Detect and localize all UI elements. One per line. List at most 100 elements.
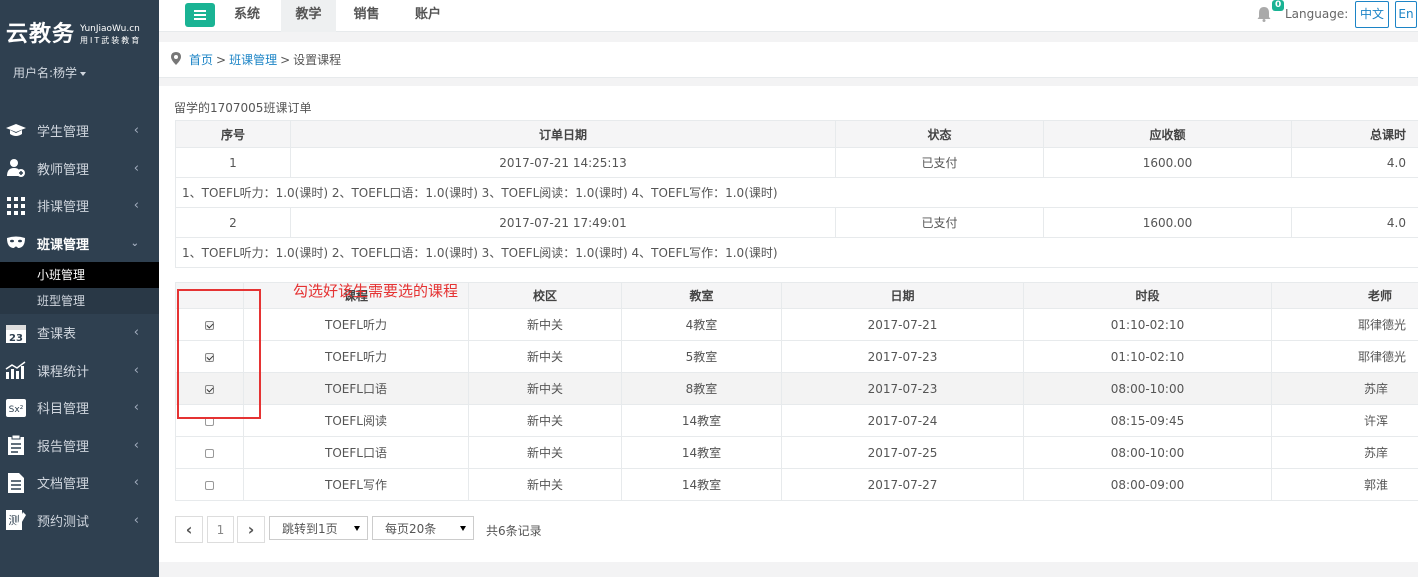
cell-amount: 1600.00 (1043, 207, 1292, 238)
sidebar-menu: 学生管理 ‹ 教师管理 ‹ 排课管理 ‹ 班课管理 ⌄ 小班管理 班型管理 23… (0, 112, 159, 539)
sidebar-item-students[interactable]: 学生管理 ‹ (0, 112, 159, 150)
breadcrumb-current: 设置课程 (293, 53, 342, 67)
page-size-select[interactable]: 每页20条 (372, 516, 474, 540)
sidebar-subitem-small-class[interactable]: 小班管理 (0, 262, 159, 288)
cell-no: 2 (175, 207, 291, 238)
formula-icon: Sx² (5, 398, 27, 418)
column-header: 状态 (835, 120, 1044, 148)
sidebar-item-label: 预约测试 (37, 514, 90, 530)
sidebar-subitem-class-type[interactable]: 班型管理 (0, 288, 159, 314)
cell-time: 01:10-02:10 (1023, 308, 1272, 341)
cell-teacher: 郭淮 (1271, 468, 1418, 501)
cell-campus: 新中关 (468, 308, 622, 341)
column-header: 时段 (1023, 282, 1272, 309)
sidebar-item-teachers[interactable]: 教师管理 ‹ (0, 150, 159, 188)
table-row: TOEFL口语 新中关 14教室 2017-07-25 08:00-10:00 … (175, 436, 1418, 469)
course-checkbox[interactable] (205, 448, 214, 458)
cell-teacher: 苏庠 (1271, 372, 1418, 405)
sidebar-item-label: 科目管理 (37, 402, 90, 418)
chevron-left-icon: ‹ (133, 400, 139, 415)
menu-toggle-button[interactable] (185, 3, 215, 27)
cell-course: TOEFL阅读 (243, 404, 469, 437)
tab-teaching[interactable]: 教学 (281, 0, 336, 32)
cell-course: TOEFL口语 (243, 372, 469, 405)
breadcrumb-separator: > (216, 52, 227, 67)
chevron-left-icon: ‹ (133, 475, 139, 490)
graduation-cap-icon (5, 121, 27, 141)
order-title: 留学的1707005班课订单 (174, 101, 312, 115)
chevron-left-icon: ‹ (133, 160, 139, 176)
document-icon (5, 472, 27, 493)
logo-en: YunJiaoWu.cn (80, 24, 140, 34)
breadcrumb-home-link[interactable]: 首页 (189, 51, 213, 68)
cell-no: 1 (175, 147, 291, 178)
course-checkbox[interactable] (205, 480, 214, 490)
language-english-button[interactable]: En (1395, 1, 1417, 28)
cell-course: TOEFL写作 (243, 468, 469, 501)
breadcrumb-section-link[interactable]: 班课管理 (229, 51, 277, 68)
calendar-icon: 23 (5, 323, 27, 344)
cell-teacher: 耶律德光 (1271, 340, 1418, 373)
sidebar-item-timetable[interactable]: 23 查课表 ‹ (0, 314, 159, 352)
chevron-left-icon: ‹ (185, 520, 193, 539)
grid-icon (5, 196, 27, 216)
cell-course: TOEFL听力 (243, 340, 469, 373)
user-dropdown[interactable]: 用户名:杨学 (13, 64, 86, 81)
column-header: 教室 (621, 282, 782, 309)
order-table: 序号 订单日期 状态 应收额 总课时 1 2017-07-21 14:25:13… (175, 120, 1418, 268)
sidebar-item-documents[interactable]: 文档管理 ‹ (0, 464, 159, 502)
sidebar-item-scheduling[interactable]: 排课管理 ‹ (0, 187, 159, 225)
bell-icon[interactable] (1257, 6, 1271, 25)
svg-text:Sx²: Sx² (9, 405, 24, 415)
location-pin-icon (171, 51, 181, 68)
cell-room: 4教室 (621, 308, 782, 341)
sidebar-item-class-courses[interactable]: 班课管理 ⌄ (0, 225, 159, 263)
sidebar-item-label: 课程统计 (37, 364, 90, 380)
language-chinese-button[interactable]: 中文 (1355, 1, 1389, 28)
sidebar: 云教务 YunJiaoWu.cn 用IT武装教育 用户名:杨学 学生管理 ‹ 教… (0, 0, 159, 577)
sidebar-item-label: 学生管理 (37, 125, 90, 141)
sidebar-item-reports[interactable]: 报告管理 ‹ (0, 427, 159, 465)
tab-account[interactable]: 账户 (404, 0, 452, 32)
mask-icon (5, 233, 27, 253)
teacher-add-icon (5, 158, 27, 178)
notification-badge: 0 (1272, 0, 1285, 11)
cell-date: 2017-07-21 14:25:13 (290, 147, 836, 178)
sidebar-item-subjects[interactable]: Sx² 科目管理 ‹ (0, 389, 159, 427)
cell-campus: 新中关 (468, 404, 622, 437)
stats-icon (5, 360, 27, 380)
cell-course: TOEFL口语 (243, 436, 469, 469)
pagination-next-button[interactable]: › (237, 516, 265, 543)
chevron-left-icon: ‹ (133, 198, 139, 213)
cell-status: 已支付 (835, 207, 1044, 238)
column-header: 订单日期 (290, 120, 836, 148)
jump-to-page-select[interactable]: 跳转到1页 (269, 516, 368, 540)
tab-system[interactable]: 系统 (222, 0, 272, 32)
chevron-down-icon: ⌄ (130, 237, 139, 249)
caret-down-icon (460, 526, 466, 531)
cell-date: 2017-07-23 (781, 340, 1024, 373)
breadcrumb-separator: > (280, 52, 291, 67)
logo-slogan: 用IT武装教育 (80, 36, 142, 45)
cell-room: 14教室 (621, 404, 782, 437)
column-header: 校区 (468, 282, 622, 309)
cell-date: 2017-07-25 (781, 436, 1024, 469)
cell-date: 2017-07-21 17:49:01 (290, 207, 836, 238)
cell-status: 已支付 (835, 147, 1044, 178)
cell-campus: 新中关 (468, 372, 622, 405)
pagination-prev-button[interactable]: ‹ (175, 516, 203, 543)
cell-teacher: 许浑 (1271, 404, 1418, 437)
sidebar-item-statistics[interactable]: 课程统计 ‹ (0, 352, 159, 390)
sidebar-item-label: 文档管理 (37, 477, 90, 493)
pagination-page-button[interactable]: 1 (207, 516, 234, 543)
cell-room: 8教室 (621, 372, 782, 405)
cell-time: 01:10-02:10 (1023, 340, 1272, 373)
sidebar-item-test-booking[interactable]: 测 预约测试 ‹ (0, 502, 159, 540)
chevron-left-icon: ‹ (133, 437, 139, 453)
tab-sales[interactable]: 销售 (344, 0, 389, 32)
caret-down-icon (354, 526, 360, 531)
svg-text:23: 23 (9, 333, 23, 344)
cell-campus: 新中关 (468, 468, 622, 501)
cell-detail: 1、TOEFL听力：1.0(课时) 2、TOEFL口语：1.0(课时) 3、TO… (175, 177, 1418, 208)
annotation-highlight-box (177, 289, 261, 419)
